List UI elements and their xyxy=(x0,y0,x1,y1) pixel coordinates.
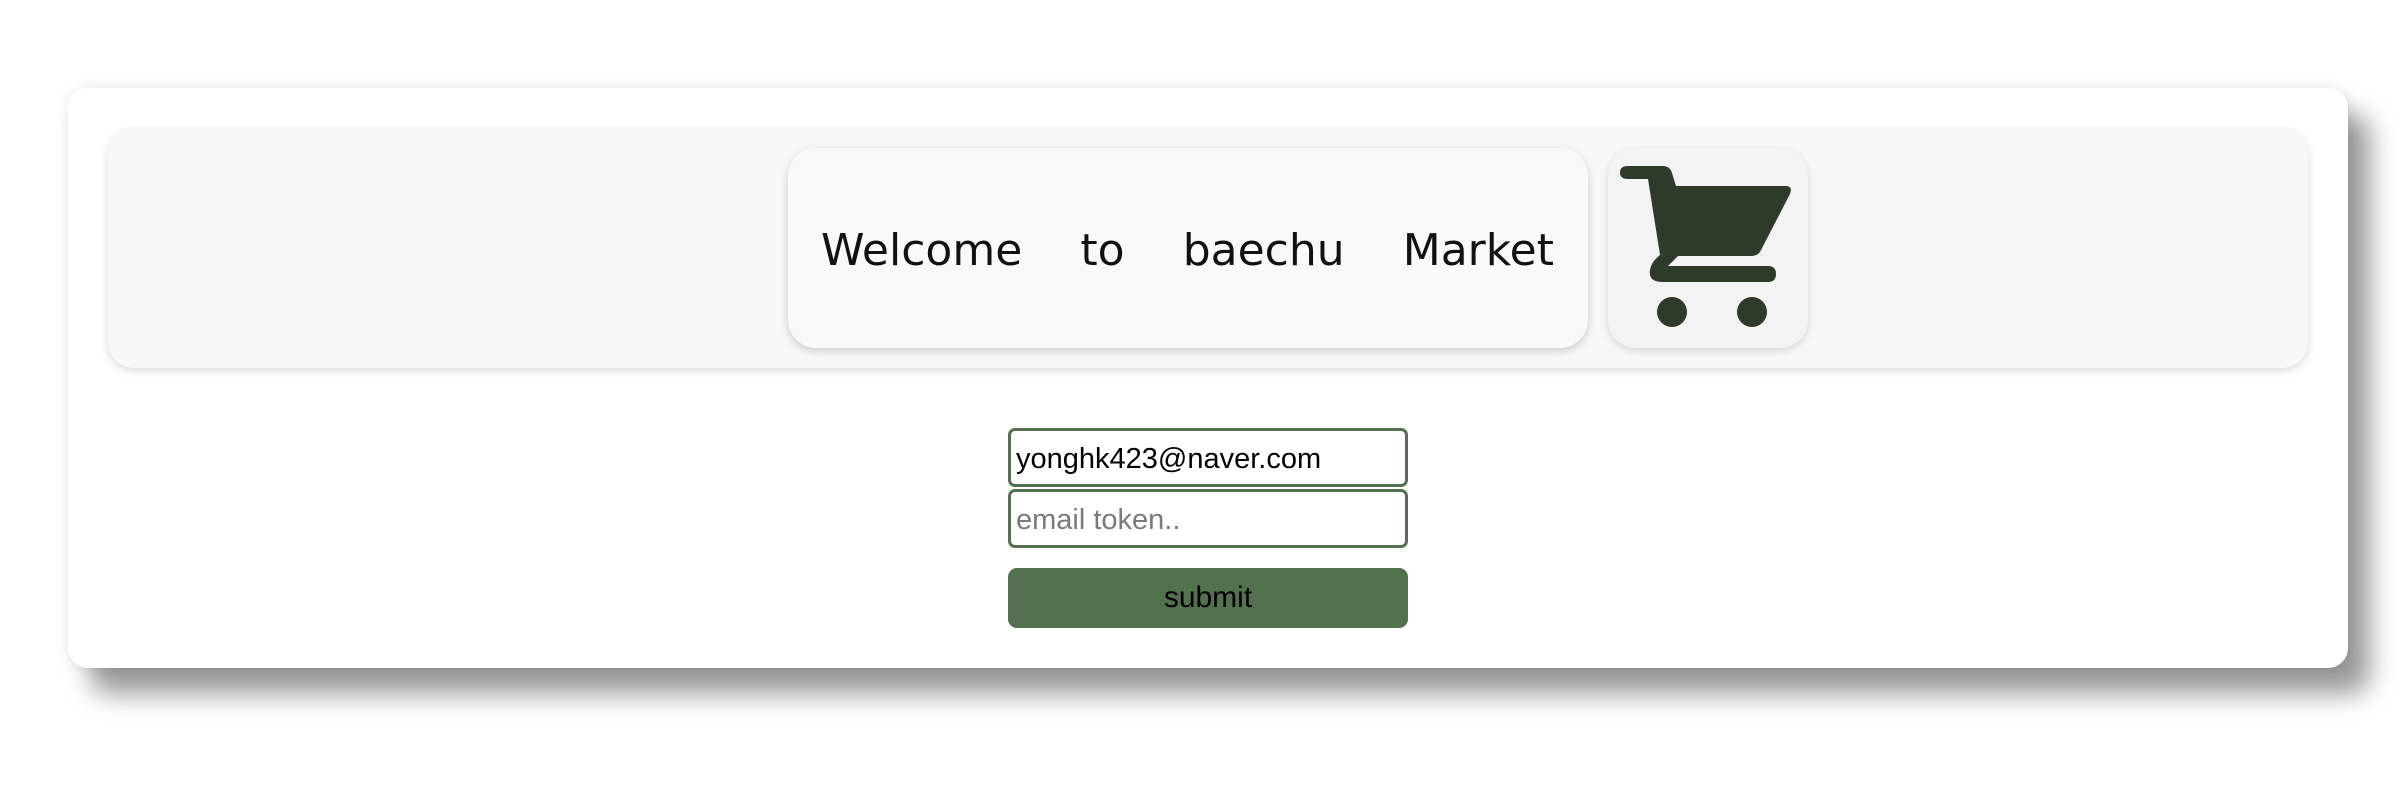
welcome-word: baechu xyxy=(1182,224,1345,276)
welcome-word: Welcome xyxy=(821,224,1023,276)
welcome-banner: Welcome to baechu Market xyxy=(788,148,1588,348)
header-panel: Welcome to baechu Market xyxy=(108,128,2308,368)
email-token-field[interactable] xyxy=(1008,489,1408,548)
shopping-cart-icon xyxy=(1620,166,1791,327)
main-card: Welcome to baechu Market submit xyxy=(68,88,2348,668)
email-field[interactable] xyxy=(1008,428,1408,487)
welcome-word: Market xyxy=(1402,224,1554,276)
submit-button[interactable]: submit xyxy=(1008,568,1408,628)
cart-button[interactable] xyxy=(1608,148,1808,348)
welcome-word: to xyxy=(1080,224,1125,276)
